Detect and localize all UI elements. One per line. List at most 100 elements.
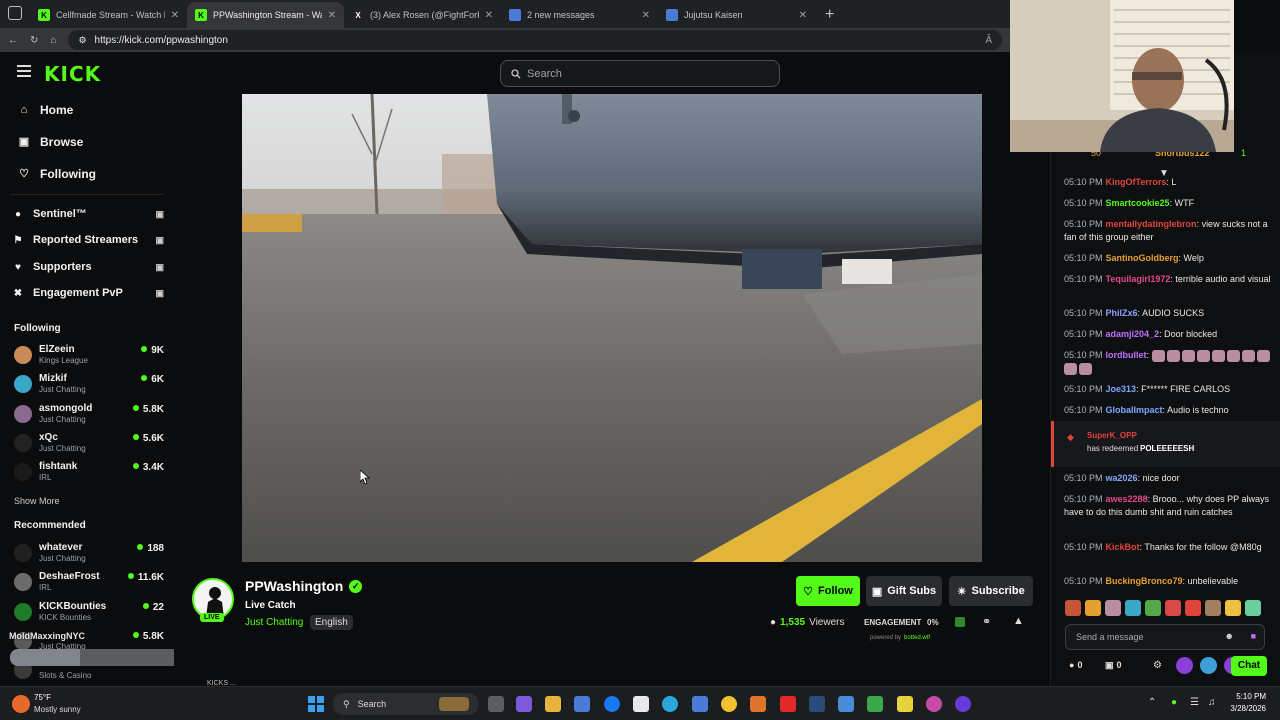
chat-username[interactable]: awes2288 [1106,494,1148,504]
browser-tab[interactable]: 2 new messages ✕ [501,2,658,28]
chat-username[interactable]: Joe313 [1106,384,1137,394]
tab-close-icon[interactable]: ✕ [485,10,493,21]
volume-icon[interactable]: ♫ [1208,697,1216,708]
file-explorer-icon[interactable] [545,696,561,712]
powered-by-link[interactable]: botted.wtf [904,635,930,641]
chat-username[interactable]: KickBot [1106,542,1140,552]
edge-icon[interactable] [662,696,678,712]
subscribe-button[interactable]: ✴ Subscribe [949,576,1033,606]
channel-name[interactable]: PPWashington [245,578,343,594]
clock-time[interactable]: 5:10 PM [1222,692,1266,701]
section-supporters[interactable]: ♥ Supporters ▣ [12,261,164,273]
tab-close-icon[interactable]: ✕ [328,10,336,21]
section-engagement-pvp[interactable]: ✖ Engagement PvP ▣ [12,287,164,299]
extension-icon[interactable]: ■ [1251,631,1256,641]
sidebar-channel[interactable]: DeshaeFrost IRL 11.6K [14,570,164,598]
copilot-icon[interactable] [516,696,532,712]
chat-points[interactable]: ● 0 [1069,660,1082,670]
browser-tab[interactable]: K PPWashington Stream - Watch ✕ [187,2,344,28]
emote-icon[interactable] [1185,600,1201,616]
sidebar-channel[interactable]: fishtank IRL 3.4K [14,460,164,488]
nav-following[interactable]: ♡ Following [18,167,96,181]
section-sentinel[interactable]: ● Sentinel™ ▣ [12,208,164,220]
emote-icon[interactable] [1225,600,1241,616]
emote-icon[interactable] [1125,600,1141,616]
amazon-icon[interactable] [633,696,649,712]
store-icon[interactable] [574,696,590,712]
chat-send-button[interactable]: Chat [1231,656,1267,676]
tab-close-icon[interactable]: ✕ [642,10,650,21]
follow-button[interactable]: ♡ Follow [796,576,860,606]
emote-icon[interactable] [1145,600,1161,616]
section-reported-streamers[interactable]: ⚑ Reported Streamers ▣ [12,234,164,246]
app-icon[interactable] [838,696,854,712]
chat-username[interactable]: adamji204_2 [1106,329,1160,339]
video-player[interactable] [242,94,982,562]
clock-date[interactable]: 3/28/2026 [1222,704,1266,713]
sidebar-channel[interactable]: asmongold Just Chatting 5.8K [14,402,164,430]
chat-username[interactable]: BuckingBronco79 [1106,576,1183,586]
chat-username[interactable]: Smartcookie25 [1106,198,1170,208]
sidebar-channel[interactable]: ElZeein Kings League 9K [14,343,164,371]
search-input[interactable]: Search [500,60,780,87]
facebook-icon[interactable] [604,696,620,712]
chat-username[interactable]: wa2026 [1106,473,1138,483]
home-icon[interactable]: ⌂ [50,35,56,46]
weather-icon[interactable] [12,695,30,713]
emote-icon[interactable] [1085,600,1101,616]
report-icon[interactable]: ▲ [1013,615,1024,627]
language-tag[interactable]: English [310,615,353,630]
chat-username[interactable]: lordbullet [1106,350,1147,360]
chat-username[interactable]: mentallydatinglebron [1106,219,1197,229]
chrome-icon[interactable] [721,696,737,712]
nav-home[interactable]: ⌂ Home [18,103,74,117]
back-icon[interactable]: ← [8,35,18,46]
start-button[interactable] [308,696,324,712]
app2-icon[interactable] [926,696,942,712]
notes-icon[interactable] [897,696,913,712]
7tv-icon[interactable] [1176,657,1193,674]
mic-icon[interactable]: ● [1171,697,1177,708]
redeem-user[interactable]: SuperK_OPP [1087,431,1137,440]
chat-username[interactable]: PhilZx6 [1106,308,1138,318]
chat-username[interactable]: SantinoGoldberg [1106,253,1179,263]
sidebar-channel[interactable]: Mizkif Just Chatting 6K [14,372,164,400]
emote-icon[interactable] [1205,600,1221,616]
steam-icon[interactable] [809,696,825,712]
gif-icon[interactable] [1200,657,1217,674]
share-icon[interactable]: ⚭ [982,615,991,628]
emote-icon[interactable] [1165,600,1181,616]
menu-icon[interactable] [17,65,31,77]
emote-icon[interactable] [1245,600,1261,616]
url-field[interactable]: ⚙ https://kick.com/ppwashington Â [68,30,1002,50]
reload-icon[interactable]: ↻ [30,35,38,46]
show-more-link[interactable]: Show More [14,496,60,506]
youtube-icon[interactable] [780,696,796,712]
xbox-icon[interactable] [867,696,883,712]
emoji-icon[interactable]: ☻ [1225,631,1234,641]
tray-chevron-icon[interactable]: ⌃ [1148,697,1156,708]
sidebar-channel[interactable]: KICKBounties KICK Bounties 22 [14,600,164,628]
chat-username[interactable]: Tequilagirl1972 [1106,274,1171,284]
chat-input[interactable]: Send a message ☻ ■ [1065,624,1265,650]
chat-rewards[interactable]: ▣ 0 [1105,660,1122,671]
obs-icon[interactable] [955,696,971,712]
new-tab-button[interactable]: + [825,2,834,28]
emote-icon[interactable] [1105,600,1121,616]
engagement-icon[interactable] [955,617,965,627]
tab-close-icon[interactable]: ✕ [799,10,807,21]
gift-subs-button[interactable]: ▣ Gift Subs [866,576,942,606]
kick-logo[interactable]: KICK [44,62,101,86]
emote-icon[interactable] [1065,600,1081,616]
tab-close-icon[interactable]: ✕ [171,10,179,21]
category-link[interactable]: Just Chatting [245,617,303,628]
task-view-icon[interactable] [488,696,504,712]
sidebar-channel[interactable]: xQc Just Chatting 5.6K [14,431,164,459]
calculator-icon[interactable] [692,696,708,712]
wifi-icon[interactable]: ☰ [1190,697,1199,708]
sidebar-channel[interactable]: whatever Just Chatting 188 [14,541,164,569]
settings-icon[interactable]: ⚙ [1153,660,1162,671]
browser-tab[interactable]: X (3) Alex Rosen (@FightForKids) / X ✕ [344,2,501,28]
browser-tab[interactable]: Jujutsu Kaisen ✕ [658,2,815,28]
taskbar-search[interactable]: ⚲ Search [333,693,479,715]
